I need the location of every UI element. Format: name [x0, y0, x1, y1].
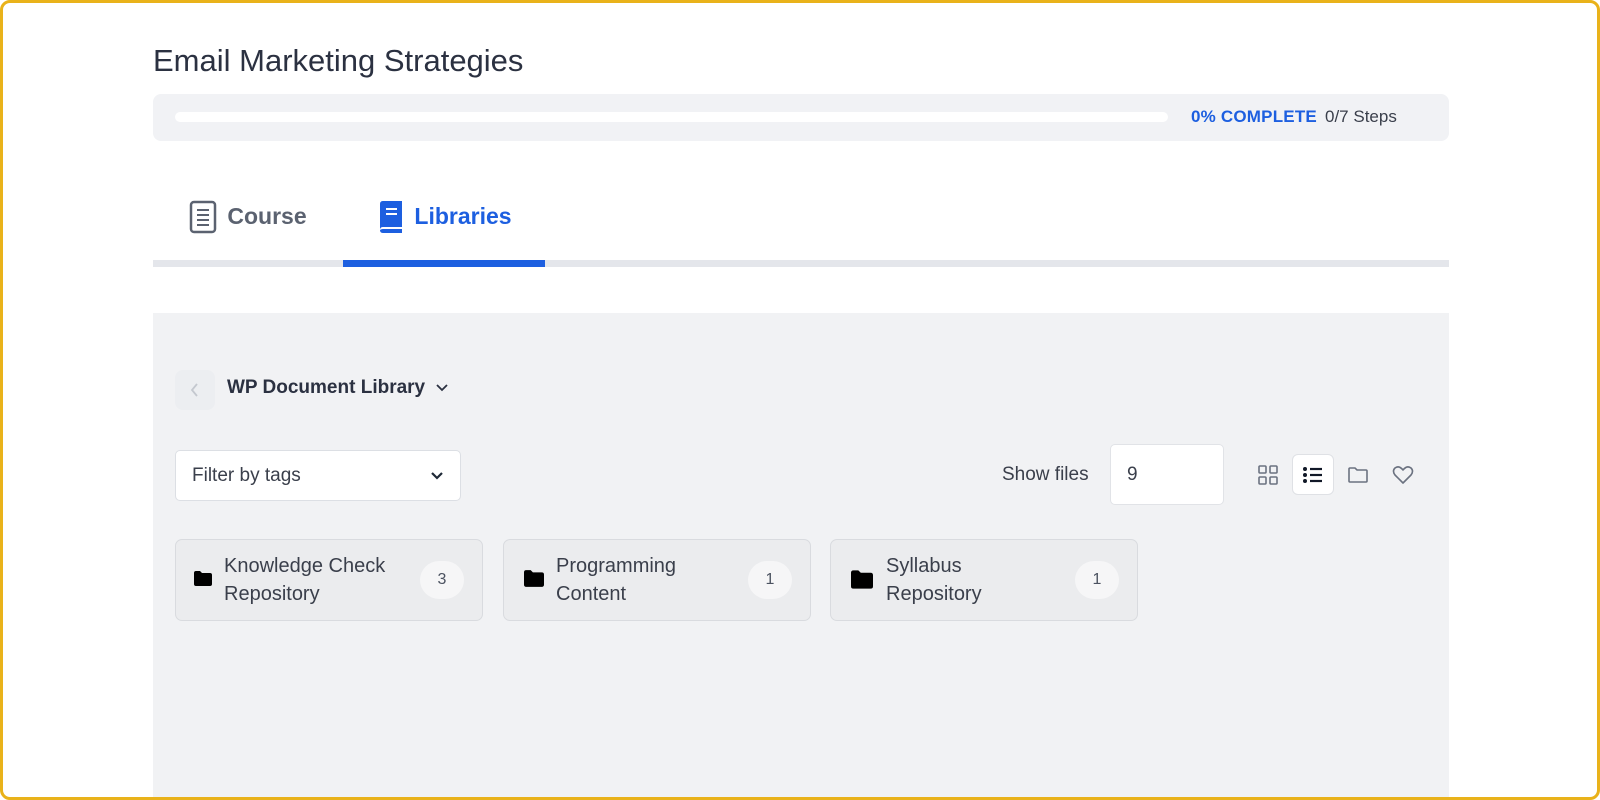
- folder-card[interactable]: Knowledge Check Repository 3: [175, 539, 483, 621]
- tab-course[interactable]: Course: [153, 173, 343, 260]
- folder-card[interactable]: Syllabus Repository 1: [830, 539, 1138, 621]
- library-name: WP Document Library: [227, 377, 426, 398]
- progress-percent: 0% COMPLETE: [1191, 107, 1317, 126]
- library-selector[interactable]: WP Document Library: [227, 377, 449, 399]
- progress-steps: 0/7 Steps: [1325, 107, 1397, 126]
- folder-view-button[interactable]: [1337, 454, 1379, 495]
- page-title: Email Marketing Strategies: [153, 43, 524, 78]
- app-frame: Email Marketing Strategies 0% COMPLETE 0…: [0, 0, 1600, 800]
- favorites-button[interactable]: [1382, 454, 1424, 495]
- chevron-down-icon: [436, 384, 448, 392]
- folder-card[interactable]: Programming Content 1: [503, 539, 811, 621]
- folder-name: Syllabus Repository: [886, 555, 982, 605]
- folder-icon: [524, 570, 544, 587]
- tabs: Course Libraries: [153, 173, 1449, 267]
- folder-icon: [194, 571, 212, 586]
- folder-view-icon: [1348, 466, 1368, 483]
- folder-count-badge: 3: [420, 561, 464, 599]
- heart-icon: [1392, 465, 1414, 484]
- progress-bar: [175, 112, 1168, 122]
- show-files-label: Show files: [1002, 464, 1089, 485]
- list-view-icon: [1303, 466, 1322, 483]
- folder-count-badge: 1: [1075, 561, 1119, 599]
- folder-icon: [851, 570, 873, 589]
- grid-view-icon: [1258, 464, 1278, 485]
- document-icon: [190, 200, 217, 233]
- folder-name: Programming Content: [556, 555, 677, 605]
- grid-view-button[interactable]: [1247, 454, 1289, 495]
- back-button[interactable]: [175, 370, 215, 410]
- filter-by-tags-select[interactable]: Filter by tags: [175, 450, 461, 501]
- list-view-button[interactable]: [1292, 454, 1334, 495]
- chevron-down-icon: [431, 471, 443, 480]
- folder-name: Knowledge Check Repository: [224, 555, 386, 605]
- folder-count-badge: 1: [748, 561, 792, 599]
- tab-libraries-label: Libraries: [414, 203, 512, 229]
- chevron-left-icon: [190, 383, 198, 397]
- active-tab-indicator: [343, 260, 545, 267]
- library-panel: WP Document Library Filter by tags Show …: [153, 313, 1449, 797]
- tab-libraries[interactable]: Libraries: [343, 173, 545, 260]
- show-files-input[interactable]: [1110, 444, 1224, 505]
- tab-course-label: Course: [227, 203, 307, 229]
- progress-box: 0% COMPLETE 0/7 Steps: [153, 94, 1449, 141]
- filter-placeholder: Filter by tags: [192, 464, 301, 486]
- book-icon: [380, 200, 403, 233]
